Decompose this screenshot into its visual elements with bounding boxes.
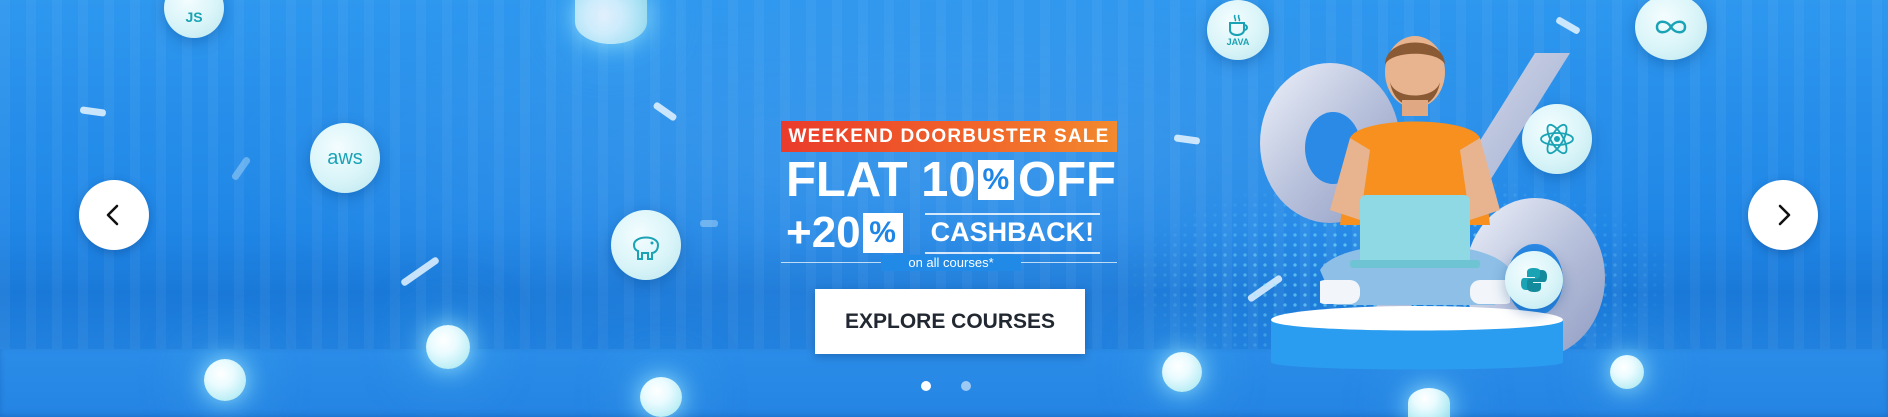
confetti	[399, 256, 441, 287]
javascript-badge-label: JS	[185, 9, 203, 25]
cashback-amount-label: +20	[786, 208, 861, 257]
hero-banner: JS aws JAVA WEEKEND DOORBUSTER SALE FLAT…	[0, 0, 1888, 417]
java-badge-label: JAVA	[1226, 37, 1250, 47]
infinity-icon	[1655, 20, 1687, 34]
glow-orb	[204, 359, 246, 401]
confetti	[230, 155, 252, 182]
carousel-dot-1[interactable]	[921, 381, 931, 391]
coffee-cup-icon	[1229, 14, 1248, 37]
aws-badge-icon: aws	[310, 123, 380, 193]
footnote-text: on all courses*	[881, 255, 1021, 271]
confetti	[1554, 15, 1582, 36]
carousel-pagination	[921, 381, 971, 391]
next-slide-button[interactable]	[1748, 180, 1818, 250]
flat-discount-label: FLAT 10	[786, 153, 976, 207]
headline-cashback: +20 % CASHBACK!	[786, 208, 1116, 258]
carousel-dot-2[interactable]	[961, 381, 971, 391]
javascript-badge-icon: JS	[164, 0, 224, 38]
elephant-icon	[632, 236, 660, 260]
confetti	[700, 220, 718, 227]
sale-tag: WEEKEND DOORBUSTER SALE	[781, 121, 1117, 152]
podium-platform	[1271, 306, 1563, 370]
headline-flat-off: FLAT 10 % OFF	[786, 152, 1116, 208]
glow-orb	[640, 377, 682, 417]
aws-badge-label: aws	[327, 146, 363, 169]
percent-box-icon: %	[977, 160, 1015, 200]
chevron-right-icon	[1778, 204, 1791, 226]
python-icon	[1521, 268, 1547, 292]
explore-courses-button[interactable]: EXPLORE COURSES	[815, 289, 1085, 354]
glow-orb	[1162, 352, 1202, 392]
chevron-left-icon	[106, 204, 119, 226]
postgresql-elephant-icon	[611, 210, 681, 280]
infinity-badge-icon	[1635, 0, 1707, 60]
python-badge-icon	[1505, 251, 1563, 309]
glow-orb	[426, 325, 470, 369]
percent-box-icon: %	[862, 213, 903, 253]
cashback-label: CASHBACK!	[924, 212, 1101, 254]
glow-orb	[575, 0, 647, 44]
confetti	[79, 106, 107, 117]
off-label: OFF	[1018, 153, 1116, 207]
person-with-laptop-illustration	[1320, 36, 1510, 305]
confetti	[652, 101, 678, 122]
confetti	[1173, 134, 1201, 145]
glow-orb	[1408, 388, 1450, 417]
previous-slide-button[interactable]	[79, 180, 149, 250]
